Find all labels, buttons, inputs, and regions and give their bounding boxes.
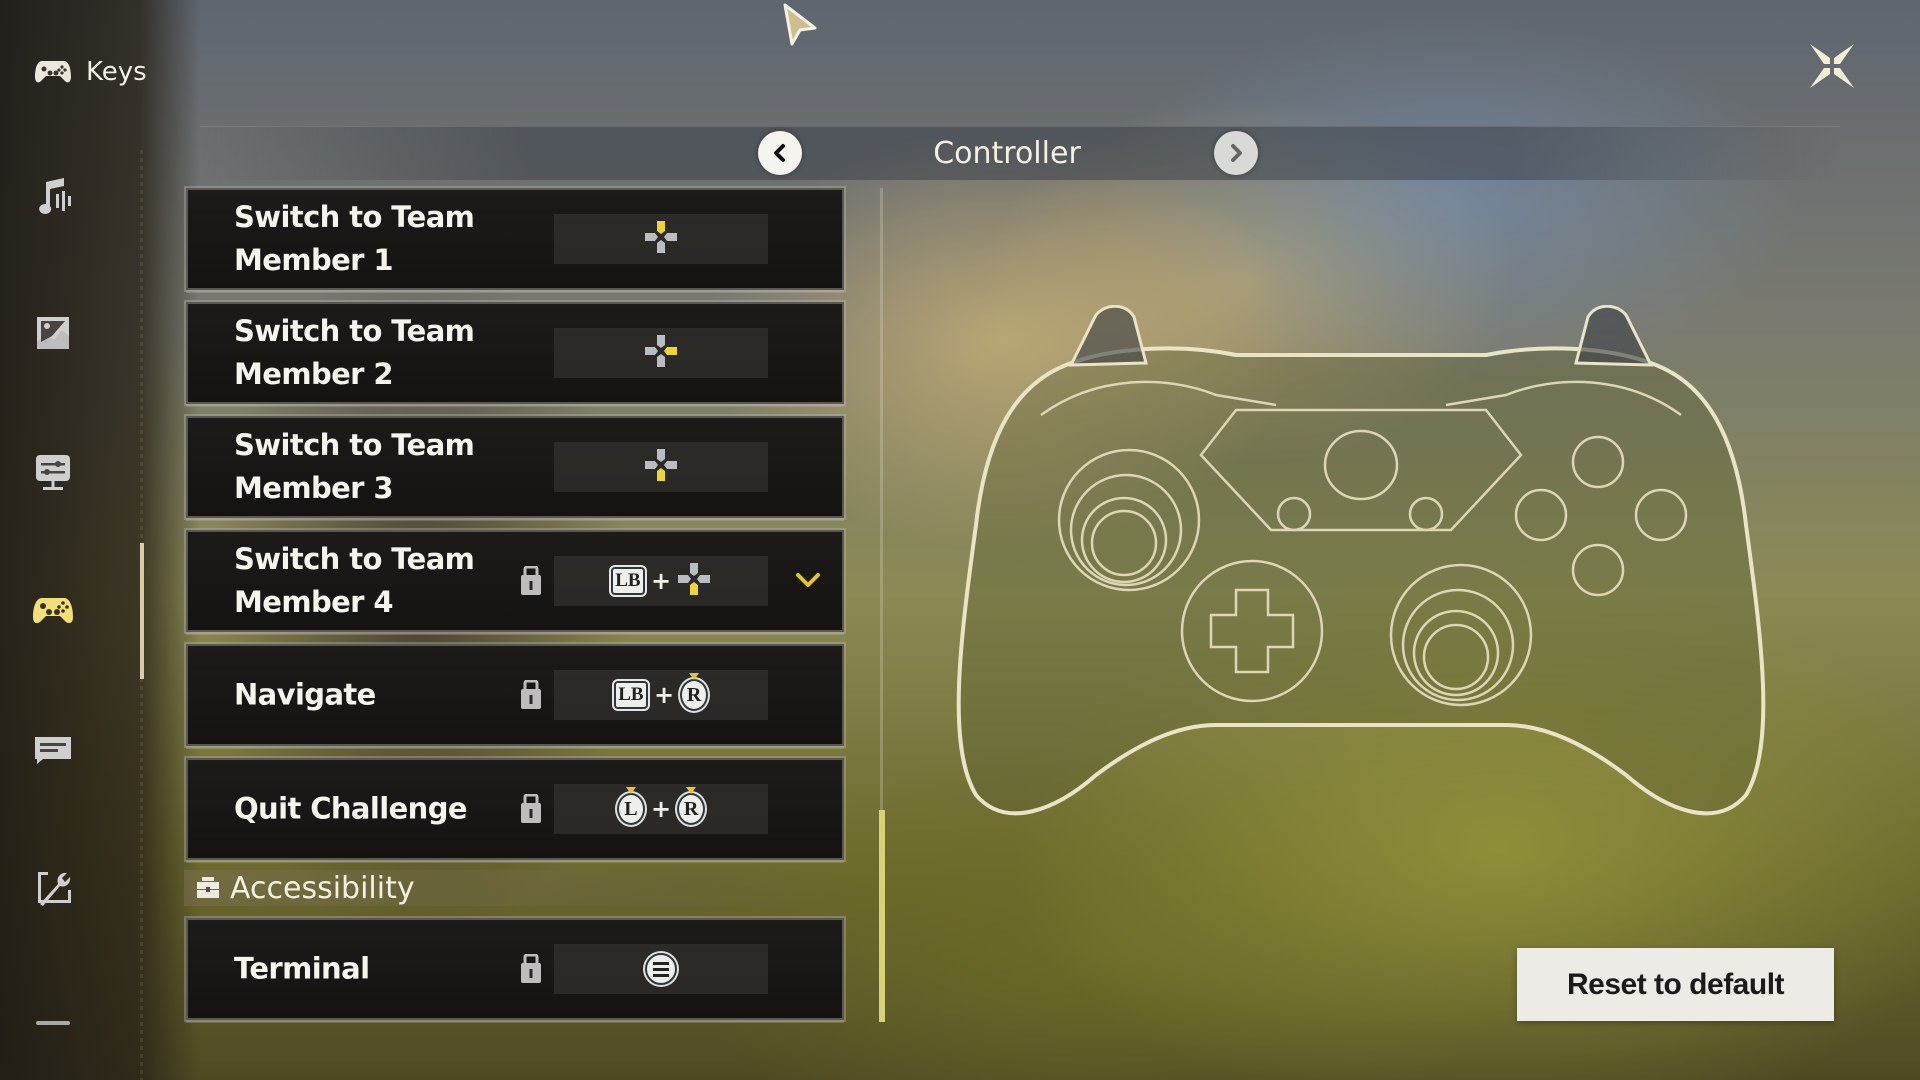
sidebar-background	[0, 0, 200, 1080]
lock-icon	[521, 954, 541, 983]
prev-category-button[interactable]	[758, 131, 802, 175]
chevron-right-icon	[1231, 144, 1242, 162]
right-stick-icon: R	[677, 787, 706, 825]
dpad-key	[644, 220, 678, 258]
stick-press-indicator	[625, 787, 636, 794]
sidebar-item-more[interactable]	[30, 1000, 76, 1046]
next-category-button[interactable]	[1214, 131, 1258, 175]
dpad-down-icon	[678, 563, 711, 595]
key-binding-field[interactable]	[554, 944, 768, 994]
right-stick-icon: R	[680, 673, 709, 711]
close-icon	[1810, 44, 1854, 88]
stick-press-indicator	[689, 673, 700, 680]
stick-label: R	[683, 797, 699, 820]
sidebar-active-indicator	[140, 543, 144, 679]
lock-icon	[521, 566, 541, 595]
scrollbar-thumb[interactable]	[879, 810, 885, 1022]
binding-label: Navigate	[234, 677, 376, 712]
stick-label: R	[686, 683, 702, 706]
right-trigger	[1574, 305, 1654, 367]
key-binding-field[interactable]: LB + R	[554, 670, 768, 720]
key-binding-field[interactable]: L + R	[554, 784, 768, 834]
binding-row[interactable]: Terminal	[184, 916, 846, 1022]
sidebar-item-audio[interactable]	[30, 172, 76, 218]
gamepad-icon	[33, 598, 73, 624]
toolbox-icon	[197, 877, 219, 898]
chat-icon	[35, 737, 71, 764]
binding-label: Switch to Team Member 1	[234, 200, 475, 277]
menu-button-icon	[645, 953, 677, 985]
binding-label: Quit Challenge	[234, 791, 468, 826]
image-icon	[37, 317, 69, 349]
stick-label: L	[624, 797, 638, 820]
dash-icon	[36, 1021, 70, 1025]
lock-icon	[521, 794, 541, 823]
binding-label: Switch to Team Member 3	[234, 428, 475, 505]
dpad-up-icon	[645, 221, 677, 253]
sidebar-item-controls[interactable]	[30, 587, 76, 633]
mouse-cursor-icon	[783, 3, 817, 46]
key-binding-field[interactable]	[554, 214, 768, 264]
binding-label: Switch to Team Member 2	[234, 314, 475, 391]
binding-row[interactable]: Switch to Team Member 4 LB +	[184, 528, 846, 634]
category-title: Controller	[933, 136, 1081, 171]
lock-icon	[521, 680, 541, 709]
stick-press-indicator	[686, 787, 697, 794]
wrench-icon	[38, 872, 71, 906]
left-stick-icon: L	[616, 787, 645, 825]
controller-body	[956, 346, 1766, 816]
dpad-down-icon	[645, 449, 677, 481]
section-title: Accessibility	[230, 870, 415, 906]
chevron-down-icon[interactable]	[794, 571, 822, 591]
binding-row[interactable]: Switch to Team Member 1	[184, 186, 846, 292]
lb-button-icon: LB	[610, 567, 645, 595]
dpad-right-icon	[645, 335, 677, 367]
display-settings-icon	[36, 455, 70, 490]
key-separator: +	[650, 567, 672, 595]
left-trigger	[1068, 305, 1148, 367]
sidebar-item-display[interactable]	[30, 449, 76, 495]
dpad-key	[677, 562, 711, 600]
binding-row[interactable]: Switch to Team Member 3	[184, 414, 846, 520]
dpad-key	[644, 448, 678, 486]
sidebar-item-graphics[interactable]	[30, 310, 76, 356]
binding-row[interactable]: Navigate LB + R	[184, 642, 846, 748]
lb-button-icon: LB	[613, 681, 648, 709]
key-separator: +	[650, 795, 672, 823]
key-binding-field[interactable]	[554, 442, 768, 492]
sidebar-title: Keys	[86, 57, 147, 87]
controller-diagram	[956, 305, 1766, 816]
sidebar-item-language[interactable]	[30, 726, 76, 772]
key-separator: +	[653, 681, 675, 709]
binding-row[interactable]: Switch to Team Member 2	[184, 300, 846, 406]
gamepad-icon	[35, 61, 71, 83]
sidebar-item-other[interactable]	[30, 864, 76, 910]
key-binding-field[interactable]: LB +	[554, 556, 768, 606]
binding-label: Switch to Team Member 4	[234, 542, 475, 619]
binding-row[interactable]: Quit Challenge L + R	[184, 756, 846, 862]
close-button[interactable]	[1804, 38, 1860, 94]
chevron-left-icon	[774, 144, 785, 162]
section-header-accessibility: Accessibility	[184, 870, 844, 906]
music-icon	[39, 178, 71, 214]
binding-label: Terminal	[234, 951, 370, 986]
dpad-key	[644, 334, 678, 372]
sidebar-header: Keys	[34, 52, 147, 92]
key-binding-field[interactable]	[554, 328, 768, 378]
reset-to-default-button[interactable]: Reset to default	[1517, 948, 1834, 1021]
